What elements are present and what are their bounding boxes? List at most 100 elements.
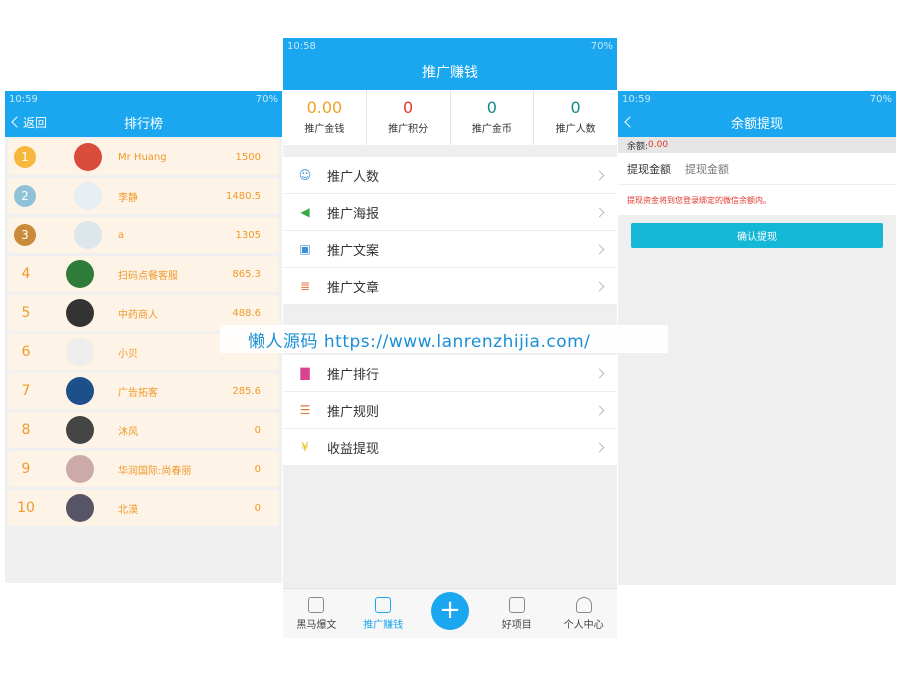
ranking-row[interactable]: 3 a 1305 (8, 217, 279, 253)
chevron-right-icon (594, 244, 605, 254)
rules-icon: ☰ (299, 403, 311, 417)
avatar (66, 299, 94, 327)
page-title: 余额提现 (730, 116, 783, 132)
amount-input[interactable]: 提现金额 (685, 161, 729, 177)
rank-score: 1305 (235, 229, 261, 241)
chevron-left-icon (11, 116, 23, 128)
menu-item[interactable]: ¥ 收益提现 (283, 429, 617, 466)
menu-label: 推广文案 (327, 243, 380, 259)
avatar (66, 260, 94, 288)
menu-item[interactable]: ▣ 推广文案 (283, 231, 617, 268)
tab-label: 个人中心 (563, 619, 604, 631)
status-battery: 70% (869, 93, 892, 105)
status-bar: 10:58 70% (283, 38, 617, 54)
rank-number: 10 (17, 500, 35, 516)
tab-money-bag[interactable]: 推广赚钱 (350, 589, 417, 638)
rank-number: 9 (21, 461, 31, 477)
user-icon (575, 596, 592, 613)
amount-row: 提现金额 提现金额 (618, 153, 896, 185)
copy-icon: ▣ (299, 242, 311, 256)
status-battery: 70% (590, 40, 613, 52)
menu-label: 推广文章 (327, 280, 380, 296)
menu-item[interactable]: ▇ 推广排行 (283, 355, 617, 392)
bottom-tab-bar: 黑马爆文 推广赚钱 + 好项目 个人中心 (283, 588, 617, 638)
menu-label: 推广海报 (327, 206, 380, 222)
medal-icon: 3 (14, 224, 36, 252)
stat-value: 0 (486, 98, 497, 117)
promotion-navbar: 推广赚钱 (283, 54, 617, 90)
tab-label: 黑马爆文 (296, 619, 337, 631)
rank-name: Mr Huang (118, 151, 167, 163)
rank-number: 5 (21, 305, 31, 321)
plus-icon[interactable]: + (430, 591, 469, 630)
ranking-row[interactable]: 2 李静 1480.5 (8, 178, 279, 214)
menu-item[interactable]: ≣ 推广文章 (283, 268, 617, 305)
rank-score: 865.3 (232, 268, 261, 280)
rank-name: 华润国际:尚春丽 (118, 465, 192, 477)
rank-score: 0 (254, 463, 261, 475)
ranking-row[interactable]: 10 北漠 0 (8, 490, 279, 526)
rank-score: 285.6 (232, 385, 261, 397)
balance-value: 0.00 (648, 140, 669, 150)
stat-value: 0 (403, 98, 414, 117)
chevron-right-icon (594, 170, 605, 180)
avatar (74, 182, 102, 210)
chevron-right-icon (594, 442, 605, 452)
rank-name: 沐风 (118, 426, 138, 438)
avatar (66, 416, 94, 444)
stat-label: 推广金钱 (304, 124, 345, 135)
ranking-row[interactable]: 8 沐风 0 (8, 412, 279, 448)
tab-user[interactable]: 个人中心 (550, 589, 617, 638)
stat-item[interactable]: 0 推广金币 (451, 90, 535, 145)
tab-folder[interactable]: 好项目 (483, 589, 550, 638)
rank-score: 1480.5 (226, 190, 261, 202)
menu-group-1: ☺ 推广人数 ◀ 推广海报 ▣ 推广文案 ≣ 推广文章 (283, 157, 617, 305)
menu-item[interactable]: ◀ 推广海报 (283, 194, 617, 231)
rank-number: 7 (21, 383, 31, 399)
balance-row: 余额: 0.00 (618, 137, 896, 153)
ranking-row[interactable]: 1 Mr Huang 1500 (8, 139, 279, 175)
avatar (66, 377, 94, 405)
ranking-icon: ▇ (300, 366, 310, 380)
avatar (74, 221, 102, 249)
menu-item[interactable]: ☰ 推广规则 (283, 392, 617, 429)
back-label: 返回 (23, 115, 48, 130)
ranking-row[interactable]: 9 华润国际:尚春丽 0 (8, 451, 279, 487)
rank-number: 4 (21, 266, 31, 282)
menu-label: 推广规则 (327, 404, 380, 420)
stats-panel: 0.00 推广金钱 0 推广积分 0 推广金币 0 推广人数 (283, 90, 617, 145)
tab-label: 好项目 (501, 619, 532, 631)
rank-score: 0 (254, 424, 261, 436)
menu-group-2: ▇ 推广排行 ☰ 推广规则 ¥ 收益提现 (283, 355, 617, 466)
chevron-right-icon (594, 405, 605, 415)
tab-plus[interactable]: + (417, 589, 484, 638)
confirm-withdraw-button[interactable]: 确认提现 (631, 223, 883, 248)
stat-item[interactable]: 0 推广人数 (534, 90, 617, 145)
avatar (74, 143, 102, 171)
folder-icon (508, 596, 525, 613)
menu-label: 收益提现 (327, 441, 380, 457)
ranking-row[interactable]: 7 广告拓客 285.6 (8, 373, 279, 409)
rank-number: 8 (21, 422, 31, 438)
stat-value: 0 (570, 98, 581, 117)
menu-label: 推广人数 (327, 169, 380, 185)
menu-item[interactable]: ☺ 推广人数 (283, 157, 617, 194)
chevron-left-icon (624, 116, 636, 128)
stat-item[interactable]: 0.00 推广金钱 (283, 90, 367, 145)
balance-label: 余额: (627, 141, 649, 152)
rank-name: 小贝 (118, 348, 138, 360)
tab-document[interactable]: 黑马爆文 (283, 589, 350, 638)
chevron-right-icon (594, 207, 605, 217)
stat-label: 推广积分 (388, 124, 429, 135)
withdraw-tip: 提现资金将到您登录绑定的微信余额内。 (618, 185, 896, 215)
status-bar: 10:59 70% (618, 91, 896, 107)
page-title: 排行榜 (123, 116, 163, 132)
back-button[interactable] (624, 107, 636, 137)
money-bag-icon (375, 596, 392, 613)
status-battery: 70% (255, 93, 278, 105)
medal-icon: 1 (14, 146, 36, 174)
rank-name: 李静 (118, 192, 138, 204)
back-button[interactable]: 返回 (11, 107, 48, 137)
stat-item[interactable]: 0 推广积分 (367, 90, 451, 145)
ranking-row[interactable]: 4 扫码点餐客服 865.3 (8, 256, 279, 292)
